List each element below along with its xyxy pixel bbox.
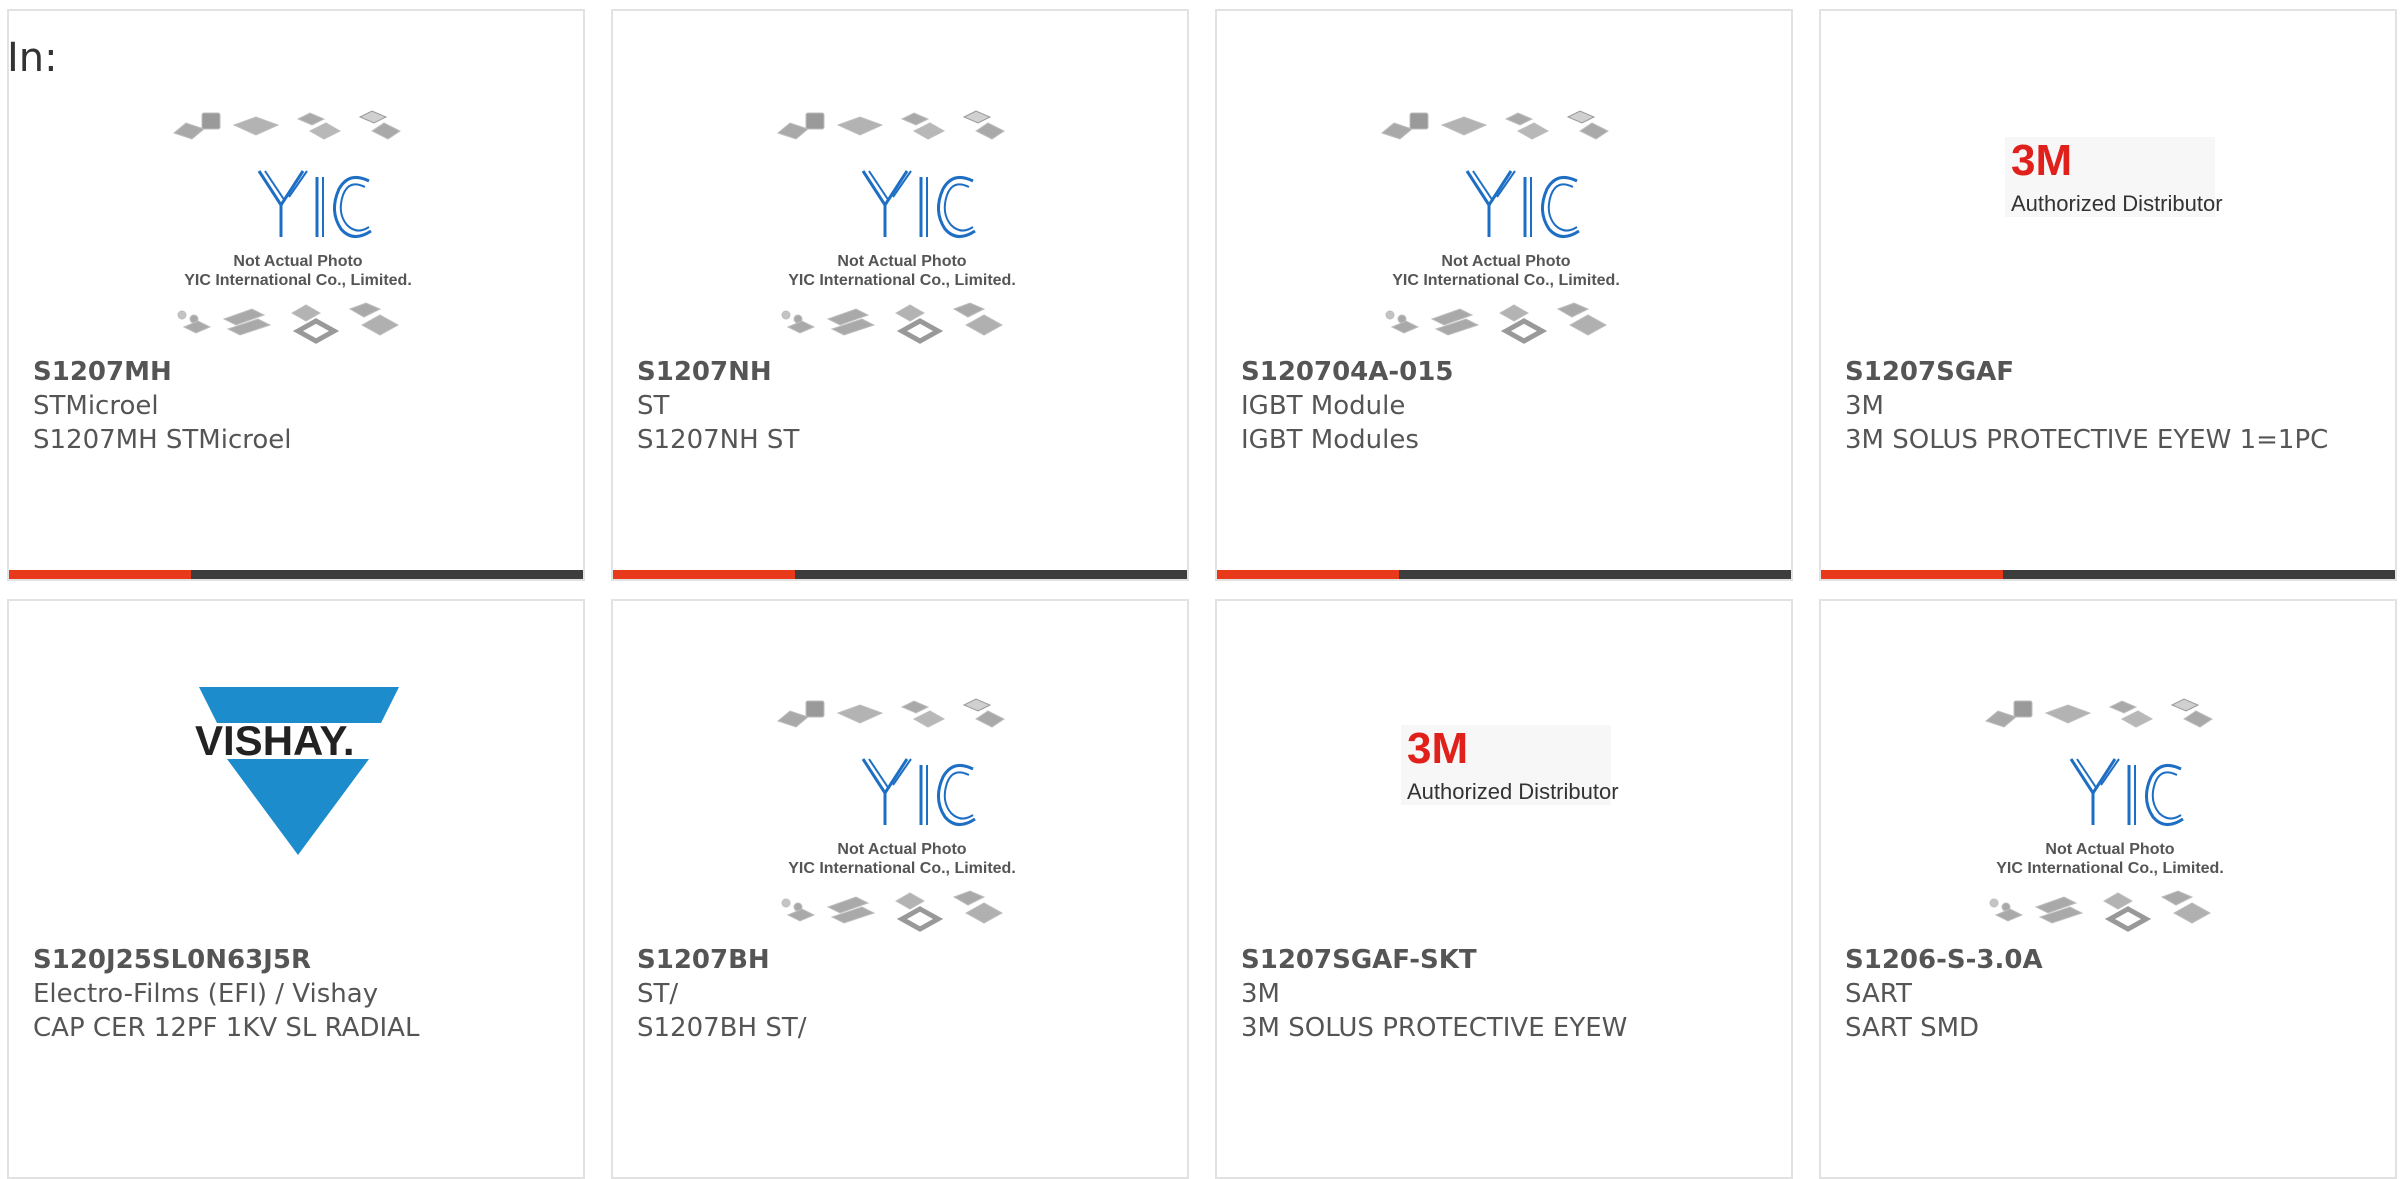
placeholder-line2: YIC International Co., Limited. [1392, 272, 1620, 289]
manufacturer: ST [637, 391, 670, 421]
placeholder-line2: YIC International Co., Limited. [1996, 860, 2224, 877]
3m-tagline: Authorized Distributor [1407, 779, 1619, 804]
product-image[interactable]: Not Actual Photo YIC International Co., … [613, 687, 1187, 941]
product-card[interactable]: Not Actual Photo YIC International Co., … [1819, 599, 2397, 1179]
product-image[interactable]: 3M Authorized Distributor [1217, 687, 1791, 941]
description: IGBT Modules [1241, 425, 1419, 455]
part-number[interactable]: S120704A-015 [1241, 355, 1771, 389]
manufacturer: Electro-Films (EFI) / Vishay [33, 979, 379, 1009]
3m-logo-image: 3M Authorized Distributor [1401, 724, 1619, 805]
yic-placeholder-image: Not Actual Photo YIC International Co., … [1380, 110, 1620, 344]
description: S1207NH ST [637, 425, 800, 455]
placeholder-line1: Not Actual Photo [1441, 253, 1570, 270]
manufacturer: 3M [1241, 979, 1280, 1009]
card-accent-bar [9, 570, 191, 579]
yic-placeholder-image: Not Actual Photo YIC International Co., … [776, 110, 1016, 344]
description: S1207MH STMicroel [33, 425, 292, 455]
product-card[interactable]: Not Actual Photo YIC International Co., … [1215, 9, 1793, 581]
manufacturer: STMicroel [33, 391, 159, 421]
product-image[interactable]: Not Actual Photo YIC International Co., … [1217, 99, 1791, 353]
card-bottom-bar [613, 570, 1187, 579]
card-accent-bar [613, 570, 795, 579]
placeholder-line1: Not Actual Photo [2045, 841, 2174, 858]
part-number[interactable]: S1206-S-3.0A [1845, 943, 2375, 977]
card-accent-bar [1821, 570, 2003, 579]
card-accent-bar [1217, 570, 1399, 579]
vishay-logo-image: VISHAY. [195, 687, 399, 855]
yic-placeholder-image: Not Actual Photo YIC International Co., … [172, 110, 412, 344]
product-card[interactable]: Not Actual Photo YIC International Co., … [611, 599, 1189, 1179]
part-number[interactable]: S1207SGAF-SKT [1241, 943, 1771, 977]
card-bottom-bar [9, 570, 583, 579]
description: S1207BH ST/ [637, 1013, 807, 1043]
placeholder-line2: YIC International Co., Limited. [788, 860, 1016, 877]
description: CAP CER 12PF 1KV SL RADIAL [33, 1013, 420, 1043]
manufacturer: IGBT Module [1241, 391, 1406, 421]
product-card[interactable]: Not Actual Photo YIC International Co., … [611, 9, 1189, 581]
product-image[interactable]: VISHAY. [9, 687, 583, 941]
product-image[interactable]: 3M Authorized Distributor [1821, 99, 2395, 353]
product-card[interactable]: Not Actual Photo YIC International Co., … [7, 9, 585, 581]
3m-logo-icon: 3M [2011, 136, 2072, 185]
manufacturer: 3M [1845, 391, 1884, 421]
product-card[interactable]: 3M Authorized Distributor S1207SGAF 3M 3… [1819, 9, 2397, 581]
part-number[interactable]: S1207MH [33, 355, 563, 389]
manufacturer: ST/ [637, 979, 679, 1009]
description: 3M SOLUS PROTECTIVE EYEW 1=1PC [1845, 425, 2329, 455]
vishay-logo-icon: VISHAY. [195, 717, 355, 764]
3m-logo-image: 3M Authorized Distributor [2005, 136, 2223, 217]
product-image[interactable]: Not Actual Photo YIC International Co., … [1821, 687, 2395, 941]
part-number[interactable]: S1207BH [637, 943, 1167, 977]
3m-logo-icon: 3M [1407, 724, 1468, 773]
card-bottom-bar [1217, 570, 1791, 579]
product-card[interactable]: VISHAY. S120J25SL0N63J5R Electro-Films (… [7, 599, 585, 1179]
part-number[interactable]: S120J25SL0N63J5R [33, 943, 563, 977]
3m-tagline: Authorized Distributor [2011, 191, 2223, 216]
manufacturer: SART [1845, 979, 1912, 1009]
product-image[interactable]: Not Actual Photo YIC International Co., … [9, 99, 583, 353]
part-number[interactable]: S1207NH [637, 355, 1167, 389]
yic-placeholder-image: Not Actual Photo YIC International Co., … [776, 698, 1016, 932]
card-bottom-bar [1821, 570, 2395, 579]
yic-placeholder-image: Not Actual Photo YIC International Co., … [1984, 698, 2224, 932]
in-label: In: [7, 35, 58, 81]
placeholder-line2: YIC International Co., Limited. [788, 272, 1016, 289]
placeholder-line2: YIC International Co., Limited. [184, 272, 412, 289]
product-image[interactable]: Not Actual Photo YIC International Co., … [613, 99, 1187, 353]
description: 3M SOLUS PROTECTIVE EYEW [1241, 1013, 1628, 1043]
product-card[interactable]: 3M Authorized Distributor S1207SGAF-SKT … [1215, 599, 1793, 1179]
placeholder-line1: Not Actual Photo [837, 841, 966, 858]
description: SART SMD [1845, 1013, 1980, 1043]
placeholder-line1: Not Actual Photo [837, 253, 966, 270]
part-number[interactable]: S1207SGAF [1845, 355, 2375, 389]
placeholder-line1: Not Actual Photo [233, 253, 362, 270]
